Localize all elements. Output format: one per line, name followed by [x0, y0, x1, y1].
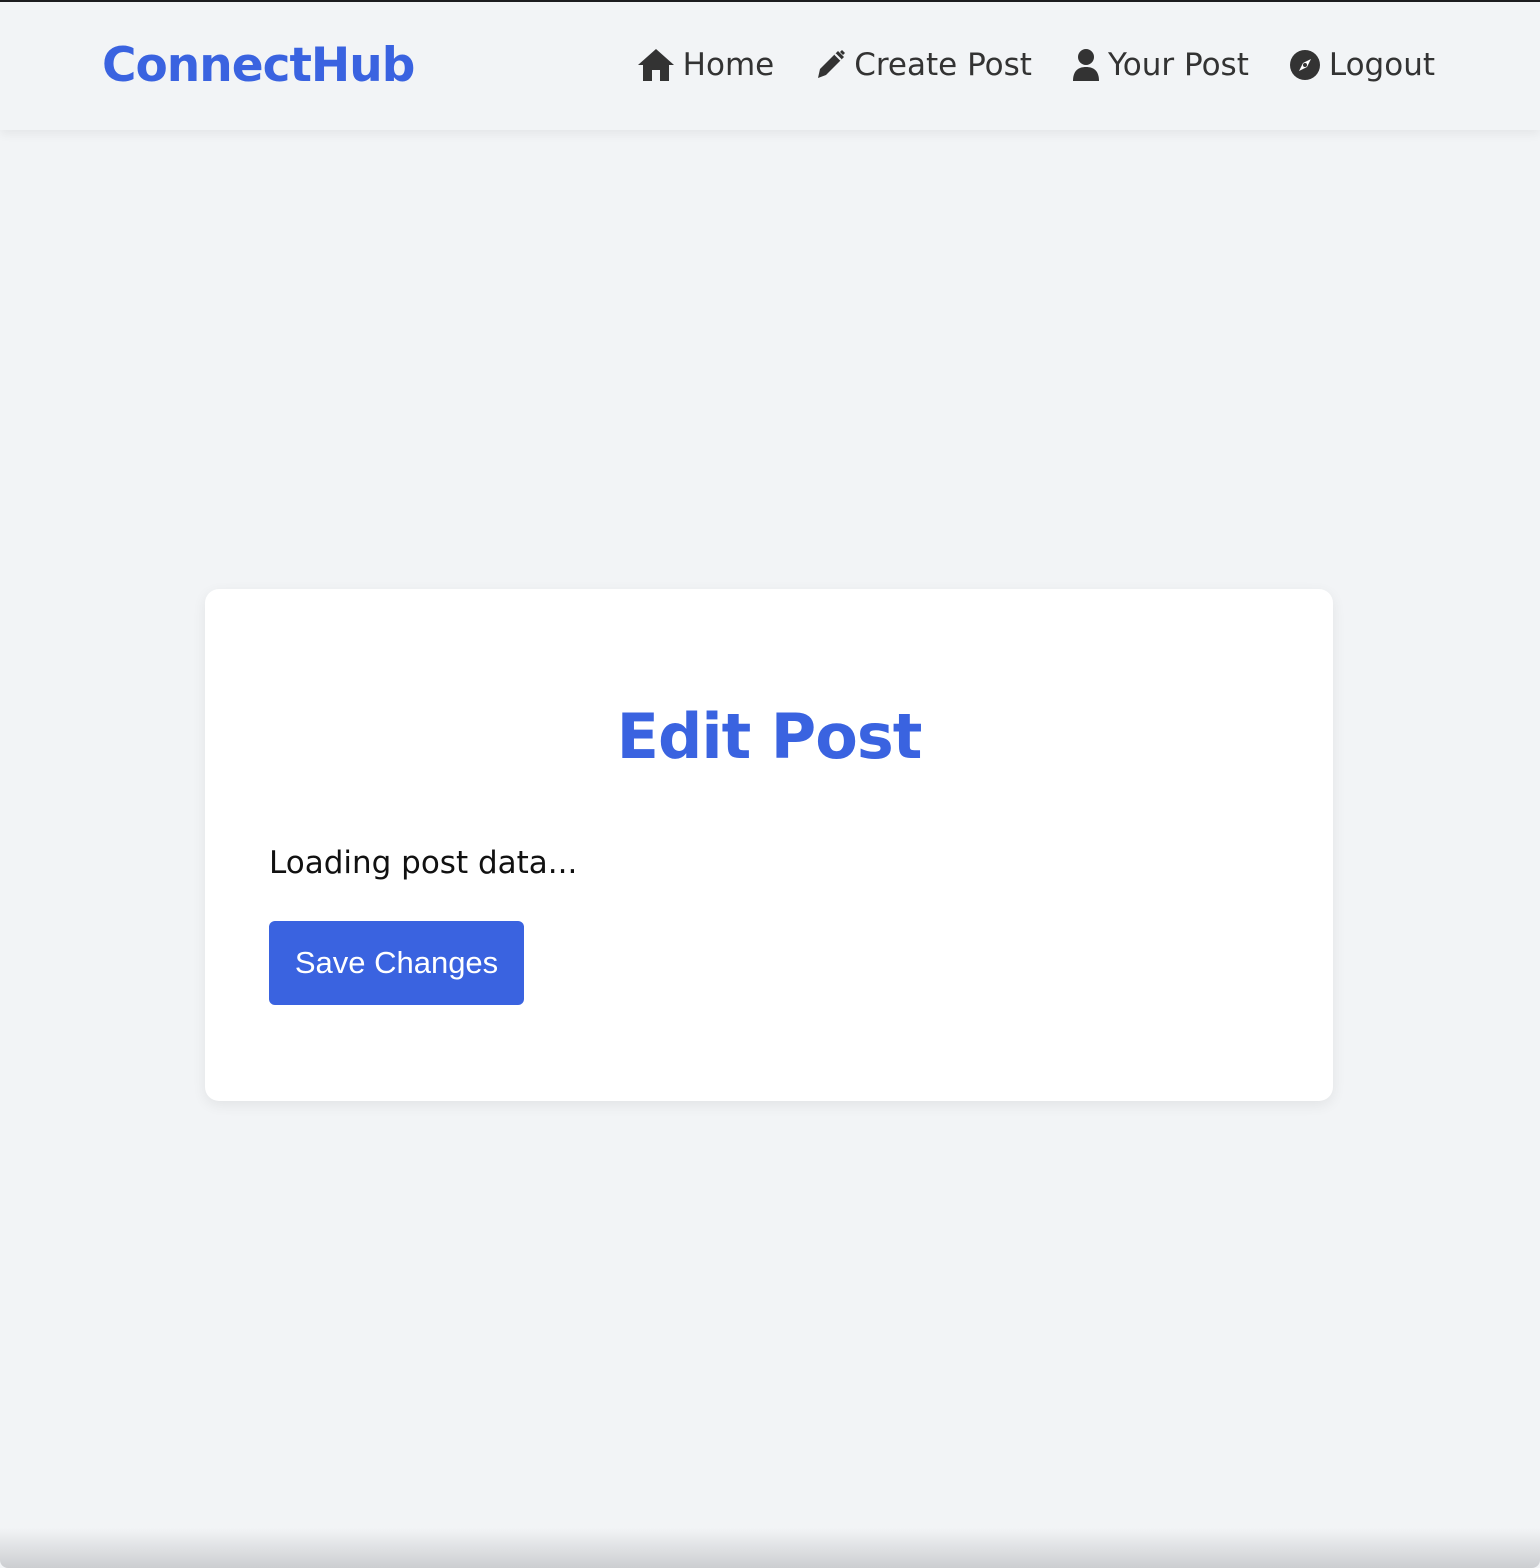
- pen-icon: [814, 49, 846, 81]
- nav-logout-label: Logout: [1328, 47, 1435, 83]
- user-icon: [1072, 48, 1100, 82]
- nav-home[interactable]: Home: [637, 42, 775, 88]
- nav-create-post[interactable]: Create Post: [814, 42, 1032, 88]
- nav-create-post-label: Create Post: [854, 47, 1032, 83]
- edit-post-card: Edit Post Loading post data... Save Chan…: [205, 589, 1333, 1101]
- nav-logout[interactable]: Logout: [1289, 42, 1435, 88]
- nav-your-post[interactable]: Your Post: [1072, 42, 1249, 88]
- save-changes-button[interactable]: Save Changes: [269, 921, 524, 1005]
- nav-your-post-label: Your Post: [1107, 47, 1249, 83]
- window-bottom-edge: [0, 1528, 1540, 1568]
- nav-home-label: Home: [682, 47, 775, 83]
- top-navbar: ConnectHub Home Create Post Your Post Lo…: [0, 0, 1540, 130]
- brand-logo[interactable]: ConnectHub: [102, 36, 415, 96]
- main-nav: Home Create Post Your Post Logout: [637, 42, 1435, 88]
- page-title: Edit Post: [616, 700, 923, 773]
- home-icon: [637, 48, 675, 82]
- compass-icon: [1289, 49, 1321, 81]
- loading-status: Loading post data...: [269, 845, 578, 881]
